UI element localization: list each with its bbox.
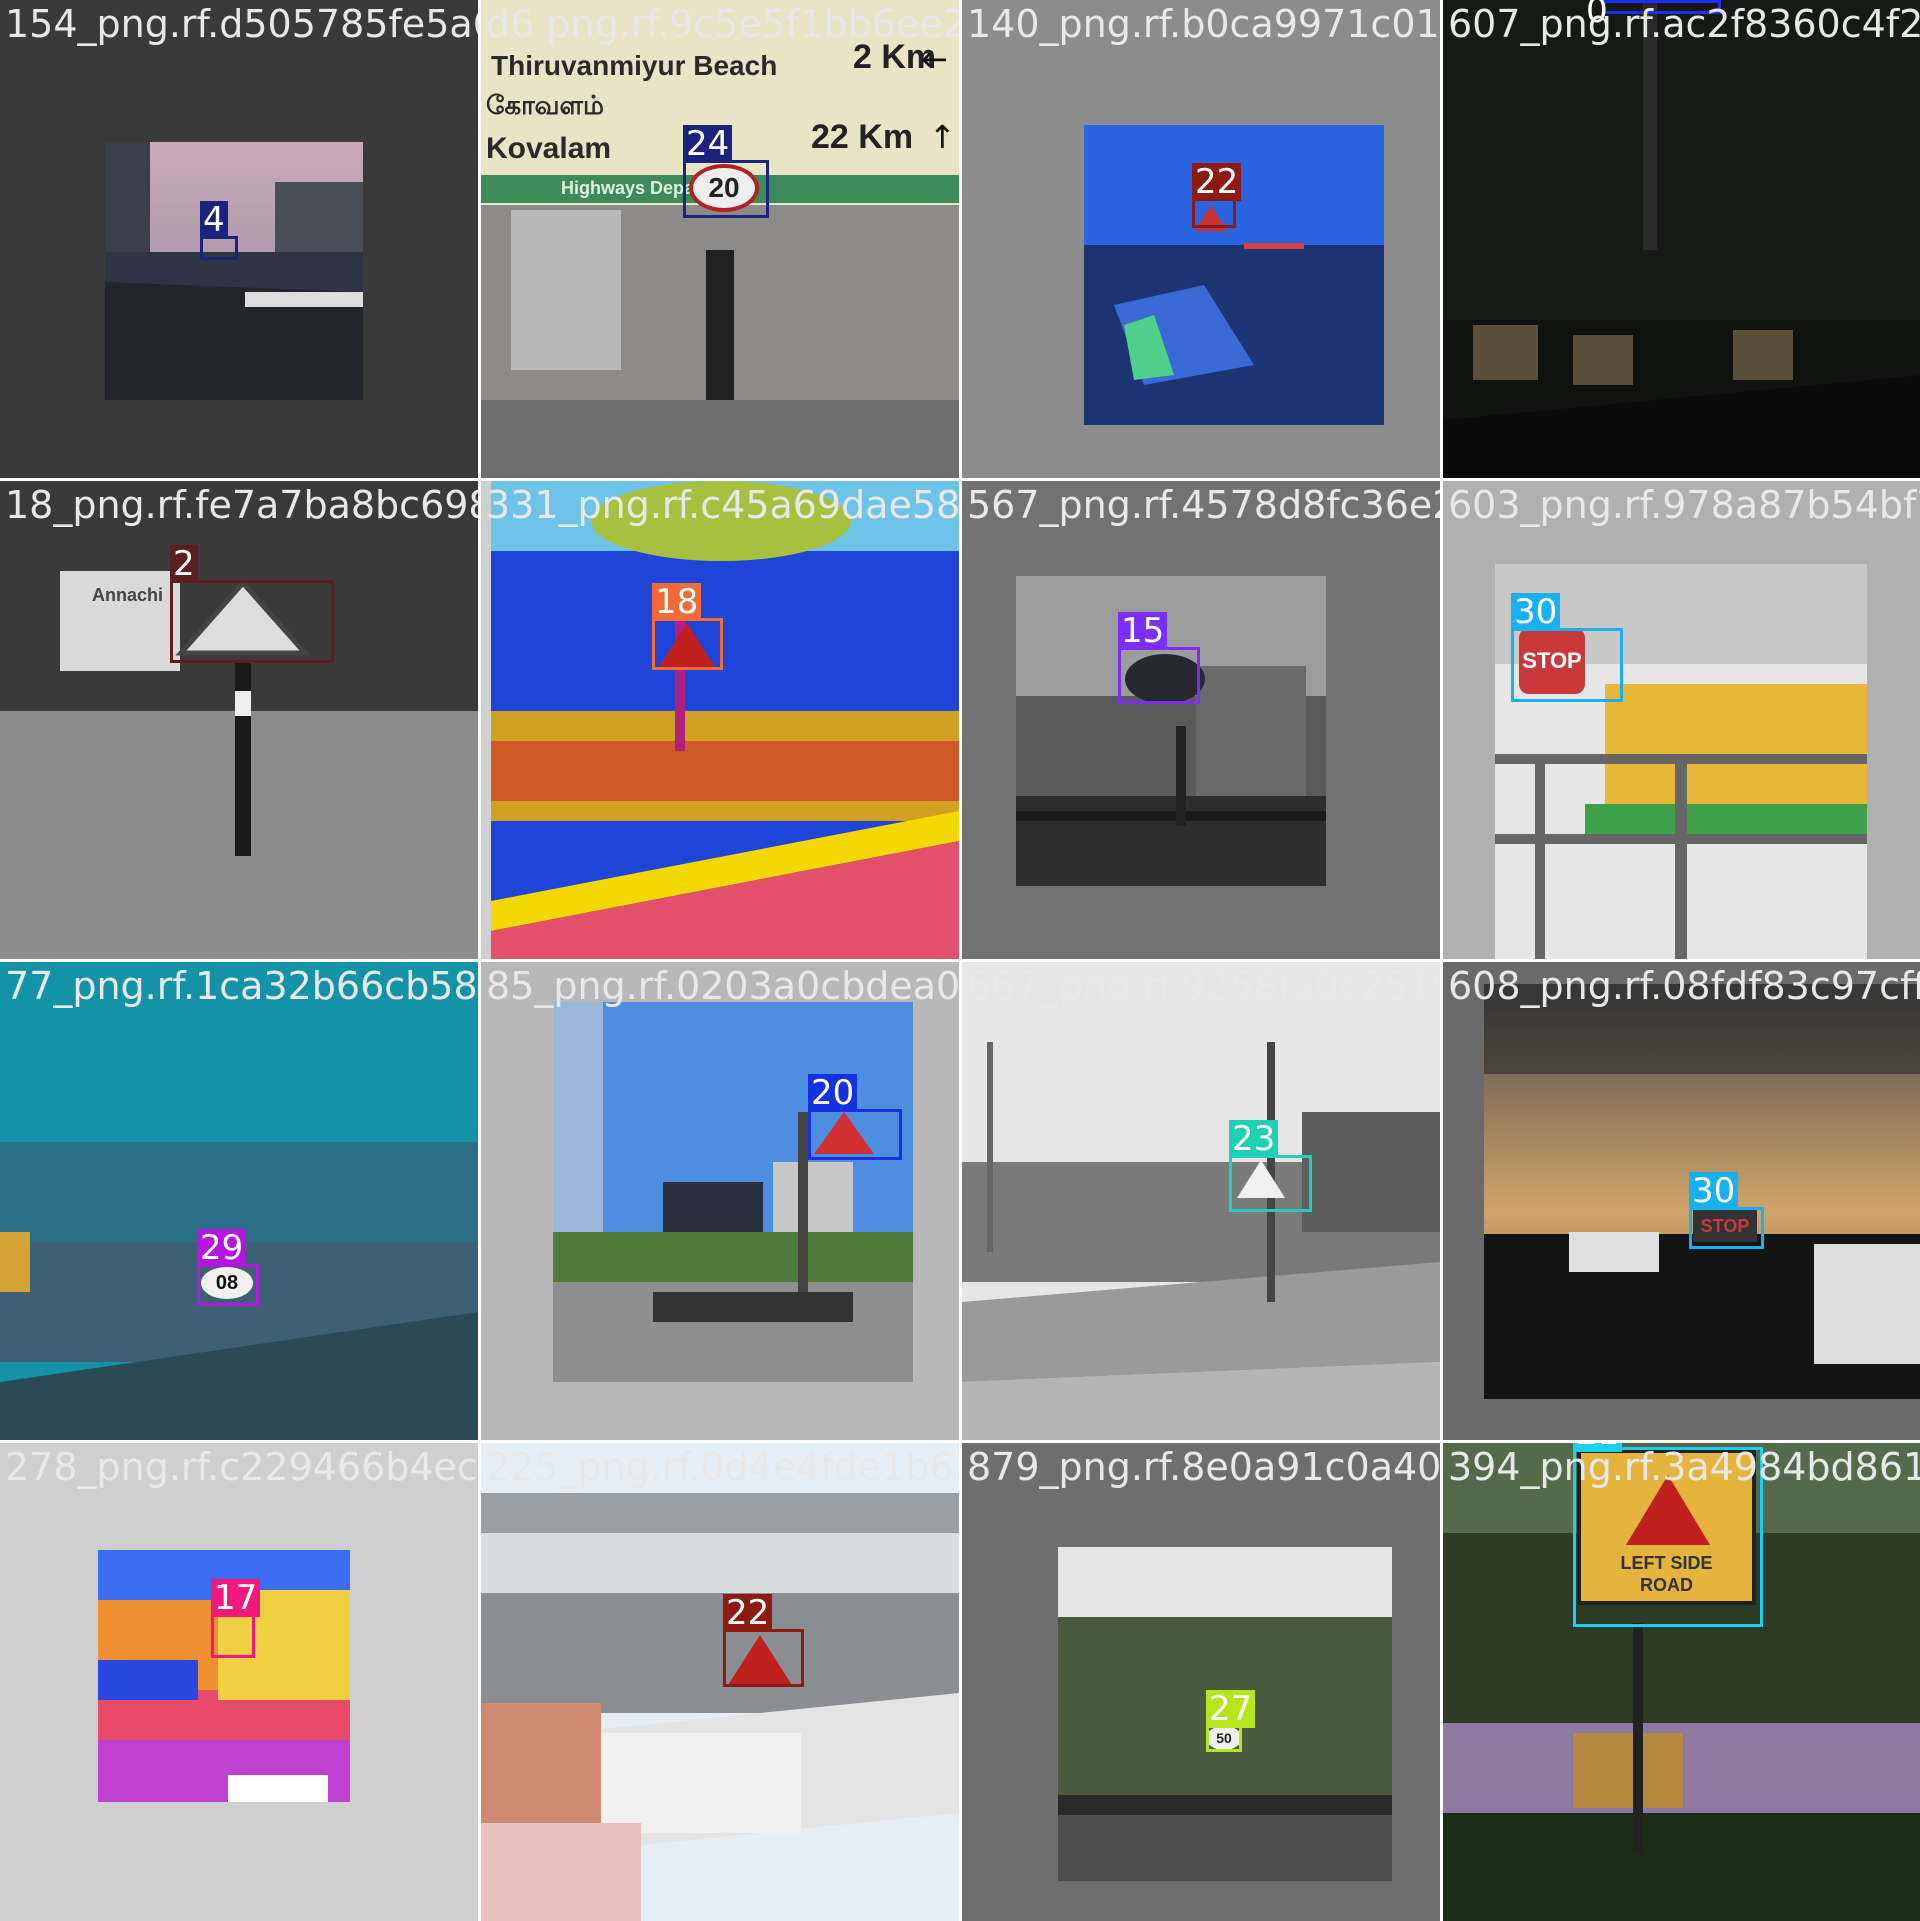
tile-10: 23 667_png.rf.9258fa0c25192650 <box>962 962 1440 1440</box>
bounding-box-label: 23 <box>1229 1120 1279 1158</box>
tile-filename: 18_png.rf.fe7a7ba8bc6984f7 <box>5 483 478 527</box>
tile-4: Annachi 2 18_png.rf.fe7a7ba8bc6984f7 <box>0 481 478 959</box>
bounding-box-label: 22 <box>1192 163 1242 201</box>
flyover-scene-image <box>481 1443 959 1921</box>
tile-photo <box>491 481 959 959</box>
tile-filename: d6 png.rf.9c5e5f1bb6ee233 <box>486 2 959 46</box>
billboard-text: Annachi <box>92 585 164 605</box>
tile-6: 15 567_png.rf.4578d8fc36e25d6 <box>962 481 1440 959</box>
teal-filter-highway-image <box>0 962 478 1440</box>
grayscale-city-image <box>1016 576 1326 886</box>
bounding-box-label: 24 <box>683 125 733 163</box>
arrow-up-icon: ↑ <box>929 118 956 156</box>
bounding-box: 18 <box>652 583 723 670</box>
bounding-box: 30 <box>1511 593 1623 702</box>
tile-11: STOP 30 608_png.rf.08fdf83c97cffe7 <box>1443 962 1920 1440</box>
mosaic-grid: 4 154_png.rf.d505785fe5a6e0 Thiruvanmiyu… <box>0 0 1920 1921</box>
grayscale-roadside-image <box>962 962 1440 1440</box>
tile-filename: 85_png.rf.0203a0cbdea0d65 <box>486 964 959 1008</box>
tile-8: 08 29 77_png.rf.1ca32b66cb586483 <box>0 962 478 1440</box>
bounding-box: 24 <box>683 125 769 218</box>
night-scene-image <box>1443 0 1920 478</box>
bounding-box: 4 <box>200 201 238 260</box>
bounding-box: 29 <box>197 1229 259 1306</box>
tile-1: Thiruvanmiyur Beach கோவளம் Kovalam Highw… <box>481 0 959 478</box>
tile-filename: 603_png.rf.978a87b54bf7a2 <box>1448 483 1920 527</box>
tile-2: 22 140_png.rf.b0ca9971c018ca <box>962 0 1440 478</box>
bounding-box: 22 <box>723 1594 804 1687</box>
tile-0: 4 154_png.rf.d505785fe5a6e0 <box>0 0 478 478</box>
tile-photo <box>1016 576 1326 886</box>
tile-12: 17 278_png.rf.c229466b4ec035 <box>0 1443 478 1921</box>
sign-line-3: Kovalam <box>486 132 612 165</box>
tile-14: 50 27 879_png.rf.8e0a91c0a40582 <box>962 1443 1440 1921</box>
tile-photo <box>105 142 363 400</box>
tile-photo <box>553 1002 913 1382</box>
tile-filename: 607_png.rf.ac2f8360c4f2eb76 <box>1448 2 1920 46</box>
tile-filename: 278_png.rf.c229466b4ec035 <box>5 1445 478 1489</box>
bounding-box-label: 29 <box>197 1229 247 1267</box>
sign-line-1: Thiruvanmiyur Beach <box>491 50 778 81</box>
bounding-box: 20 <box>808 1074 902 1160</box>
tile-filename: 225_png.rf.0d4e4fde1b6211 <box>486 1445 959 1489</box>
bounding-box: 30 <box>1689 1172 1764 1249</box>
bounding-box-label: 22 <box>723 1594 773 1632</box>
bounding-box-label: 18 <box>652 583 702 621</box>
bounding-box-label: 2 <box>170 545 198 583</box>
bounding-box-label: 30 <box>1511 593 1561 631</box>
bounding-box: 15 <box>1118 612 1200 704</box>
tile-filename: 394_png.rf.3a4984bd86139a <box>1448 1445 1920 1489</box>
thermal-filter-image <box>491 481 959 959</box>
tile-filename: 331_png.rf.c45a69dae587c6e5 <box>486 483 959 527</box>
tile-9: 20 85_png.rf.0203a0cbdea0d65 <box>481 962 959 1440</box>
tile-7: STOP 30 603_png.rf.978a87b54bf7a2 <box>1443 481 1920 959</box>
bounding-box-label: 17 <box>211 1579 261 1617</box>
grayscale-road-image <box>0 481 478 959</box>
distance-2: 22 Km <box>811 118 914 156</box>
tile-filename: 154_png.rf.d505785fe5a6e0 <box>5 2 478 46</box>
tile-3: 0 607_png.rf.ac2f8360c4f2eb76 <box>1443 0 1920 478</box>
bounding-box: 2 <box>170 545 334 663</box>
bounding-box-label: 20 <box>808 1074 858 1112</box>
tile-15: LEFT SIDE ROAD 21 394_png.rf.3a4984bd861… <box>1443 1443 1920 1921</box>
bounding-box-label: 15 <box>1118 612 1168 650</box>
bounding-box: 23 <box>1229 1120 1312 1212</box>
tile-5: 18 331_png.rf.c45a69dae587c6e5 <box>481 481 959 959</box>
bounding-box: 27 <box>1206 1690 1256 1752</box>
bounding-box-label: 30 <box>1689 1172 1739 1210</box>
bounding-box: 22 <box>1192 163 1242 228</box>
bounding-box-label: 27 <box>1206 1690 1256 1728</box>
tile-filename: 667_png.rf.9258fa0c25192650 <box>967 964 1440 1008</box>
tile-filename: 879_png.rf.8e0a91c0a40582 <box>967 1445 1440 1489</box>
tile-filename: 140_png.rf.b0ca9971c018ca <box>967 2 1440 46</box>
tile-filename: 608_png.rf.08fdf83c97cffe7 <box>1448 964 1920 1008</box>
tile-filename: 567_png.rf.4578d8fc36e25d6 <box>967 483 1440 527</box>
sign-line-2: கோவளம் <box>486 90 604 120</box>
bounding-box: 17 <box>211 1579 261 1658</box>
bounding-box-label: 4 <box>200 201 228 239</box>
street-scene-image <box>105 142 363 400</box>
tile-13: 22 225_png.rf.0d4e4fde1b6211 <box>481 1443 959 1921</box>
blue-sky-junction-image <box>553 1002 913 1382</box>
tile-filename: 77_png.rf.1ca32b66cb586483 <box>5 964 478 1008</box>
